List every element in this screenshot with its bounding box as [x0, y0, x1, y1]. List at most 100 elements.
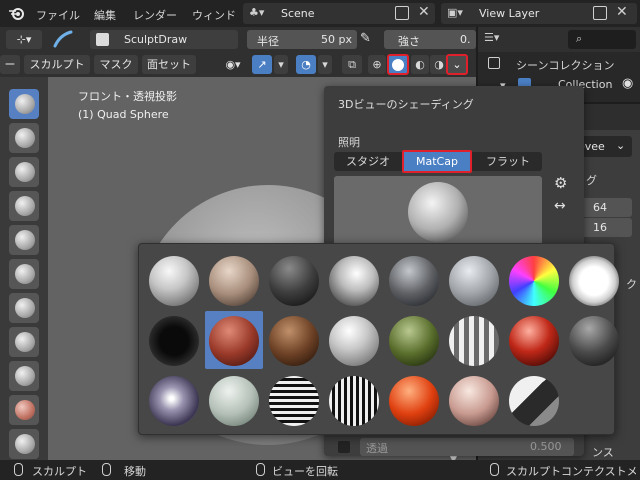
strength-slider[interactable]: 強さ 0. [384, 30, 476, 49]
matcap-check-rim-dark[interactable] [149, 316, 199, 366]
mode-menu-mask[interactable]: マスク [94, 55, 138, 74]
resolution-x-value: 64 [593, 201, 607, 214]
scene-name: Scene [281, 7, 315, 20]
wireframe-shading-icon[interactable]: ⊕ [368, 55, 386, 74]
matcap-check-rim-light[interactable] [569, 256, 619, 306]
matcap-ceramic-lightbulb[interactable] [449, 256, 499, 306]
view-layer-name: View Layer [479, 7, 540, 20]
lighting-segmented-control: スタジオ MatCap フラット [334, 150, 542, 173]
brush-stroke-icon [52, 29, 74, 49]
material-preview-icon[interactable]: ◐ [411, 55, 429, 74]
pressure-pen-icon[interactable]: ✎ [360, 31, 378, 48]
matcap-basic-side[interactable] [329, 256, 379, 306]
matcap-reflection-check-horizontal[interactable] [269, 376, 319, 426]
status-move: 移動 [124, 465, 146, 478]
eye-icon[interactable]: ◉ [622, 76, 633, 91]
sampling-tab-label[interactable]: グ [586, 172, 597, 188]
matcap-reflection-check-vertical[interactable] [329, 376, 379, 426]
lighting-option-flat[interactable]: フラット [474, 152, 542, 171]
matcap-clay-muddy[interactable] [269, 316, 319, 366]
view-layer-icon: ▣▾ [447, 6, 463, 19]
opacity-checkbox[interactable] [338, 441, 350, 453]
close-icon[interactable]: ✕ [418, 4, 430, 20]
clay-brush-tool[interactable] [9, 157, 39, 187]
matcap-check-normal[interactable] [509, 256, 559, 306]
viewport-view-name: フロント・透視投影 [78, 90, 177, 103]
menu-edit[interactable]: 編集 [94, 7, 116, 23]
top-menubar: ファイル 編集 レンダー ウィンド ♣▾ Scene ✕ ▣▾ View Lay… [0, 0, 640, 27]
menu-render[interactable]: レンダー [133, 7, 177, 23]
resolution-y-value: 16 [593, 221, 607, 234]
opacity-slider[interactable]: 透過 0.500 [360, 438, 574, 456]
copy-scene-icon[interactable] [395, 6, 409, 20]
matcap-metal-carpaint[interactable] [509, 316, 559, 366]
outliner-scene-collection[interactable]: シーンコレクション [516, 57, 614, 73]
mode-bar: ー スカルプト マスク 面セット ◉▾ ↗ ▾ ◔ ▾ ⧉ ⊕ ◐ ◑ ⌄ [0, 52, 476, 77]
gizmo-icon[interactable]: ↗ [252, 55, 272, 74]
matcap-preview-sphere [408, 182, 468, 242]
radius-slider[interactable]: 半径 50 px [247, 30, 357, 49]
radius-label: 半径 [257, 35, 279, 48]
overlay-icon[interactable]: ◔ [296, 55, 316, 74]
visibility-eye-icon[interactable]: ◉▾ [218, 55, 248, 74]
blob-brush-tool[interactable] [9, 293, 39, 323]
matcap-ceramic-dark[interactable] [389, 256, 439, 306]
status-rotate-view: ビューを回転 [272, 465, 338, 478]
shading-dropdown-chevron-icon[interactable]: ⌄ [446, 54, 468, 75]
outliner-scene-collection-icon [488, 57, 500, 69]
clay-strips-brush-tool[interactable] [9, 191, 39, 221]
chevron-down-icon[interactable]: ▾ [318, 55, 332, 74]
matcap-basic-1[interactable] [149, 256, 199, 306]
blender-logo-icon[interactable] [8, 5, 25, 22]
outliner-header: ☰▾ ⌕ [478, 27, 640, 52]
draw-brush-tool[interactable] [9, 89, 39, 119]
close-icon[interactable]: ✕ [616, 4, 628, 20]
outliner-search-input[interactable]: ⌕ [568, 30, 636, 49]
matcap-basic-dark[interactable] [269, 256, 319, 306]
flatten-brush-tool[interactable] [9, 395, 39, 425]
matcap-toon[interactable] [509, 376, 559, 426]
status-sculpt: スカルプト [32, 465, 87, 478]
copy-view-layer-icon[interactable] [593, 6, 607, 20]
mode-menu-view[interactable]: ー [0, 55, 20, 74]
mode-menu-sculpt[interactable]: スカルプト [24, 55, 90, 74]
draw-sharp-brush-tool[interactable] [9, 123, 39, 153]
flip-matcap-icon[interactable]: ↔ [554, 198, 566, 214]
fill-brush-tool[interactable] [9, 429, 39, 459]
lighting-option-matcap[interactable]: MatCap [402, 150, 472, 173]
matcap-jade[interactable] [389, 316, 439, 366]
matcap-metal-anisotropic[interactable] [449, 316, 499, 366]
mouse-right-icon [490, 463, 499, 476]
matcap-resin[interactable] [389, 376, 439, 426]
opacity-label: 透過 [366, 442, 388, 455]
scene-selector[interactable]: ♣▾ Scene ✕ [243, 3, 435, 24]
brush-icon [96, 33, 109, 46]
crease-brush-tool[interactable] [9, 327, 39, 357]
menu-file[interactable]: ファイル [36, 7, 80, 23]
matcap-metal-shiny[interactable] [149, 376, 199, 426]
inflate-brush-tool[interactable] [9, 259, 39, 289]
brush-name: SculptDraw [124, 33, 188, 46]
matcap-skin[interactable] [449, 376, 499, 426]
matcap-preview[interactable] [334, 176, 542, 246]
mode-menu-face-sets[interactable]: 面セット [142, 55, 196, 74]
matcap-clay-studio[interactable] [329, 316, 379, 366]
brush-name-field[interactable]: SculptDraw [90, 30, 238, 49]
matcap-pearl[interactable] [209, 376, 259, 426]
tool-header: ⊹▾ SculptDraw 半径 50 px ✎ 強さ 0. [0, 27, 476, 52]
xray-toggle-icon[interactable]: ⧉ [342, 55, 362, 74]
matcap-clay-brown[interactable] [209, 316, 259, 366]
outliner-editor-icon[interactable]: ☰▾ [484, 31, 499, 44]
gear-icon[interactable]: ⚙ [554, 174, 567, 192]
tool-selector-icon[interactable]: ⊹▾ [6, 30, 42, 49]
lighting-option-studio[interactable]: スタジオ [334, 152, 402, 171]
menu-window[interactable]: ウィンド [192, 7, 236, 23]
smooth-brush-tool[interactable] [9, 361, 39, 391]
chevron-down-icon[interactable]: ▾ [274, 55, 288, 74]
matcap-basic-2[interactable] [209, 256, 259, 306]
solid-shading-icon[interactable] [387, 54, 409, 75]
view-layer-selector[interactable]: ▣▾ View Layer ✕ [441, 3, 637, 24]
layer-brush-tool[interactable] [9, 225, 39, 255]
matcap-metal-lead[interactable] [569, 316, 619, 366]
chevron-down-icon: ⌄ [616, 139, 626, 152]
